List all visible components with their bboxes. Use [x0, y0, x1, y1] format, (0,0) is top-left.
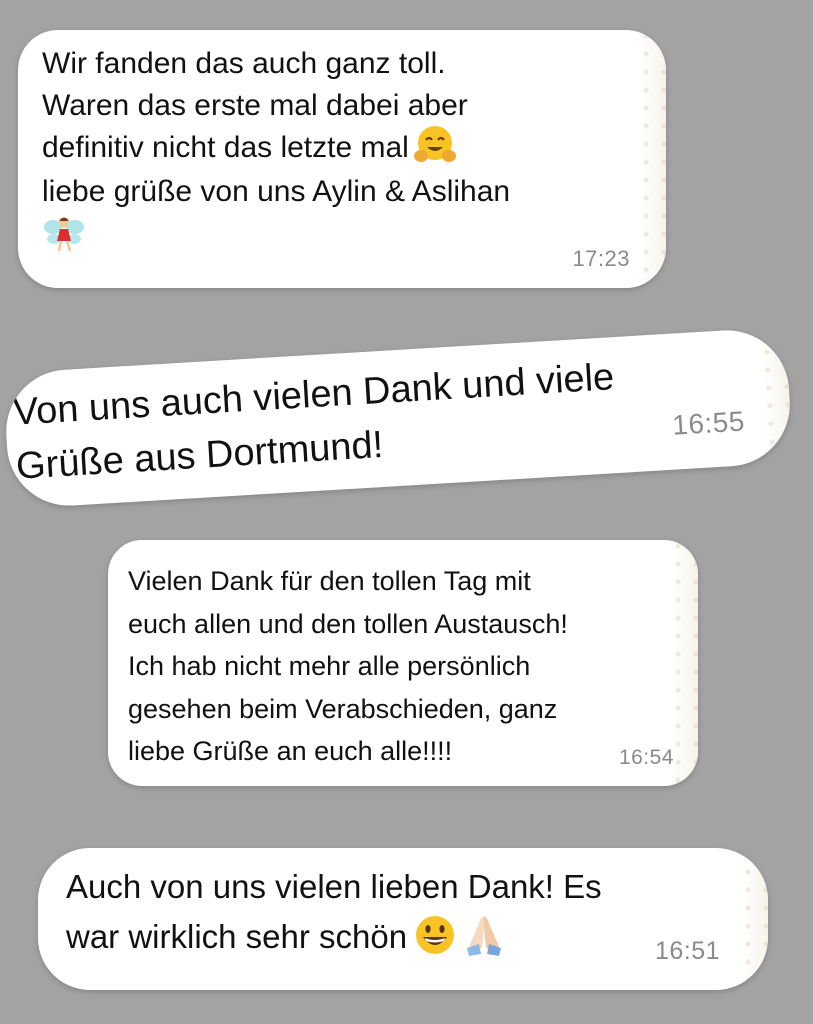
message-bubble: Wir fanden das auch ganz toll. Waren das… [18, 30, 666, 288]
message-bubble: Vielen Dank für den tollen Tag mit euch … [108, 540, 698, 786]
message-bubble: Auch von uns vielen lieben Dank! Es war … [38, 848, 768, 990]
message-text-part: liebe grüße von uns Aylin & Aslihan [42, 175, 511, 209]
message-text: Vielen Dank für den tollen Tag mit euch … [128, 566, 568, 766]
message-time: 16:54 [618, 746, 674, 769]
message-bubble: Von uns auch vielen Dank und viele Grüße… [2, 326, 794, 510]
message-text: Auch von uns vielen lieben Dank! Es war … [66, 862, 746, 962]
message-time: 17:23 [572, 246, 630, 271]
message-time: 16:51 [654, 937, 720, 965]
message-collage: Wir fanden das auch ganz toll. Waren das… [0, 0, 813, 1024]
message-text: Von uns auch vielen Dank und viele Grüße… [11, 356, 616, 488]
message-time: 16:55 [671, 405, 746, 441]
folded-hands-icon [467, 916, 502, 957]
grinning-face-icon [416, 916, 455, 955]
message-text-part: Auch von uns vielen lieben Dank! Es war … [66, 868, 602, 955]
fairy-icon [44, 217, 84, 252]
message-text: Wir fanden das auch ganz toll. Waren das… [42, 43, 644, 257]
hugging-face-icon [413, 126, 456, 163]
message-text-part: Wir fanden das auch ganz toll. Waren das… [42, 47, 468, 164]
